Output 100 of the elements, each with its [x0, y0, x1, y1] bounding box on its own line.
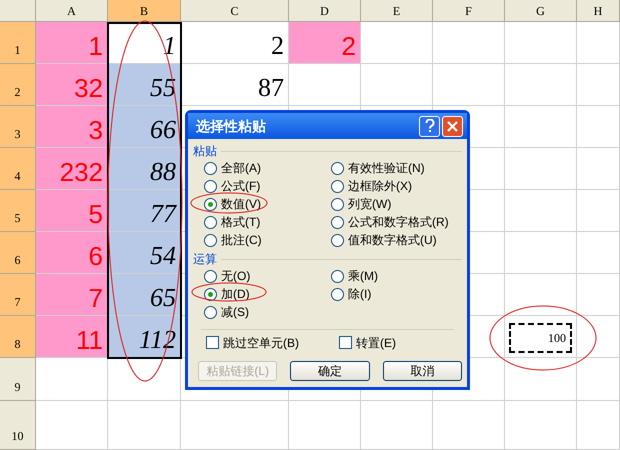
table-cell [361, 401, 433, 450]
table-cell [577, 316, 620, 358]
radio-label[interactable]: 减(S) [221, 306, 249, 318]
table-cell [289, 64, 361, 106]
table-cell: 2 [289, 22, 361, 64]
row-header[interactable]: 9 [0, 358, 36, 401]
table-cell: 7 [36, 274, 108, 316]
column-header[interactable]: G [505, 0, 577, 22]
table-cell [361, 64, 433, 106]
table-cell: 100 [505, 316, 577, 358]
radio-button[interactable] [204, 162, 217, 174]
radio-label[interactable]: 公式和数字格式(R) [348, 216, 449, 228]
table-cell [505, 64, 577, 106]
radio-label[interactable]: 公式(F) [221, 180, 260, 192]
group-label: 运算 [193, 253, 217, 265]
column-header[interactable]: C [181, 0, 289, 22]
column-header[interactable]: E [361, 0, 433, 22]
checkbox[interactable] [206, 336, 219, 349]
radio-button[interactable] [204, 198, 217, 210]
table-cell: 77 [108, 190, 181, 232]
table-cell [361, 22, 433, 64]
radio-button[interactable] [331, 270, 344, 282]
column-header[interactable]: H [577, 0, 620, 22]
radio-button[interactable] [331, 162, 344, 174]
table-cell [577, 148, 620, 190]
row-header[interactable]: 4 [0, 148, 36, 190]
radio-button[interactable] [331, 288, 344, 300]
table-cell [433, 401, 505, 450]
table-cell [505, 22, 577, 64]
table-cell [433, 22, 505, 64]
row-header[interactable]: 6 [0, 232, 36, 274]
table-cell [433, 64, 505, 106]
table-cell: 11 [36, 316, 108, 358]
table-cell [577, 64, 620, 106]
column-header[interactable]: D [289, 0, 361, 22]
table-cell [505, 190, 577, 232]
table-cell [577, 190, 620, 232]
radio-button[interactable] [331, 180, 344, 192]
table-cell: 87 [181, 64, 289, 106]
table-cell [505, 148, 577, 190]
radio-button[interactable] [331, 216, 344, 228]
table-cell [505, 232, 577, 274]
radio-label[interactable]: 边框除外(X) [348, 180, 412, 192]
radio-label[interactable]: 加(D) [221, 288, 250, 300]
table-cell: 3 [36, 106, 108, 148]
table-cell [289, 401, 361, 450]
radio-button[interactable] [331, 234, 344, 246]
column-header[interactable]: F [433, 0, 505, 22]
table-cell [577, 401, 620, 450]
radio-button[interactable] [204, 234, 217, 246]
radio-label[interactable]: 格式(T) [221, 216, 260, 228]
checkbox-label[interactable]: 转置(E) [356, 336, 396, 348]
radio-button[interactable] [204, 270, 217, 282]
table-cell: 66 [108, 106, 181, 148]
radio-button[interactable] [204, 180, 217, 192]
table-cell: 2 [181, 22, 289, 64]
radio-label[interactable]: 无(O) [221, 270, 250, 282]
table-cell: 32 [36, 64, 108, 106]
table-cell: 6 [36, 232, 108, 274]
row-header[interactable]: 1 [0, 22, 36, 64]
table-cell [577, 358, 620, 401]
row-header[interactable]: 10 [0, 401, 36, 450]
radio-button[interactable] [204, 288, 217, 300]
checkbox[interactable] [339, 336, 352, 349]
table-cell [505, 106, 577, 148]
radio-button[interactable] [331, 198, 344, 210]
radio-button[interactable] [204, 216, 217, 228]
radio-label[interactable]: 批注(C) [221, 234, 262, 246]
radio-label[interactable]: 全部(A) [221, 162, 261, 174]
close-button[interactable] [442, 116, 463, 136]
close-icon [447, 120, 458, 132]
row-header[interactable]: 5 [0, 190, 36, 232]
table-cell: 88 [108, 148, 181, 190]
table-cell: 5 [36, 190, 108, 232]
table-cell: 1 [36, 22, 108, 64]
dialog-button[interactable]: 取消 [382, 361, 462, 381]
radio-button[interactable] [204, 306, 217, 318]
table-cell [505, 401, 577, 450]
table-cell: 65 [108, 274, 181, 316]
row-header[interactable]: 3 [0, 106, 36, 148]
table-cell [577, 274, 620, 316]
column-header[interactable]: A [36, 0, 108, 22]
row-header[interactable]: 2 [0, 64, 36, 106]
help-button[interactable] [419, 116, 440, 136]
radio-label[interactable]: 列宽(W) [348, 198, 392, 210]
radio-label[interactable]: 值和数字格式(U) [348, 234, 437, 246]
table-cell [577, 22, 620, 64]
radio-label[interactable]: 除(I) [348, 288, 372, 300]
help-icon [424, 119, 434, 133]
checkbox-label[interactable]: 跳过空单元(B) [223, 336, 299, 348]
table-cell [36, 401, 108, 450]
group-label: 粘贴 [193, 145, 217, 157]
radio-label[interactable]: 数值(V) [221, 198, 261, 210]
row-header[interactable]: 7 [0, 274, 36, 316]
radio-label[interactable]: 乘(M) [348, 270, 378, 282]
dialog-button[interactable]: 确定 [290, 361, 370, 381]
table-cell [505, 358, 577, 401]
column-header[interactable]: B [108, 0, 181, 22]
row-header[interactable]: 8 [0, 316, 36, 358]
radio-label[interactable]: 有效性验证(N) [348, 162, 425, 174]
